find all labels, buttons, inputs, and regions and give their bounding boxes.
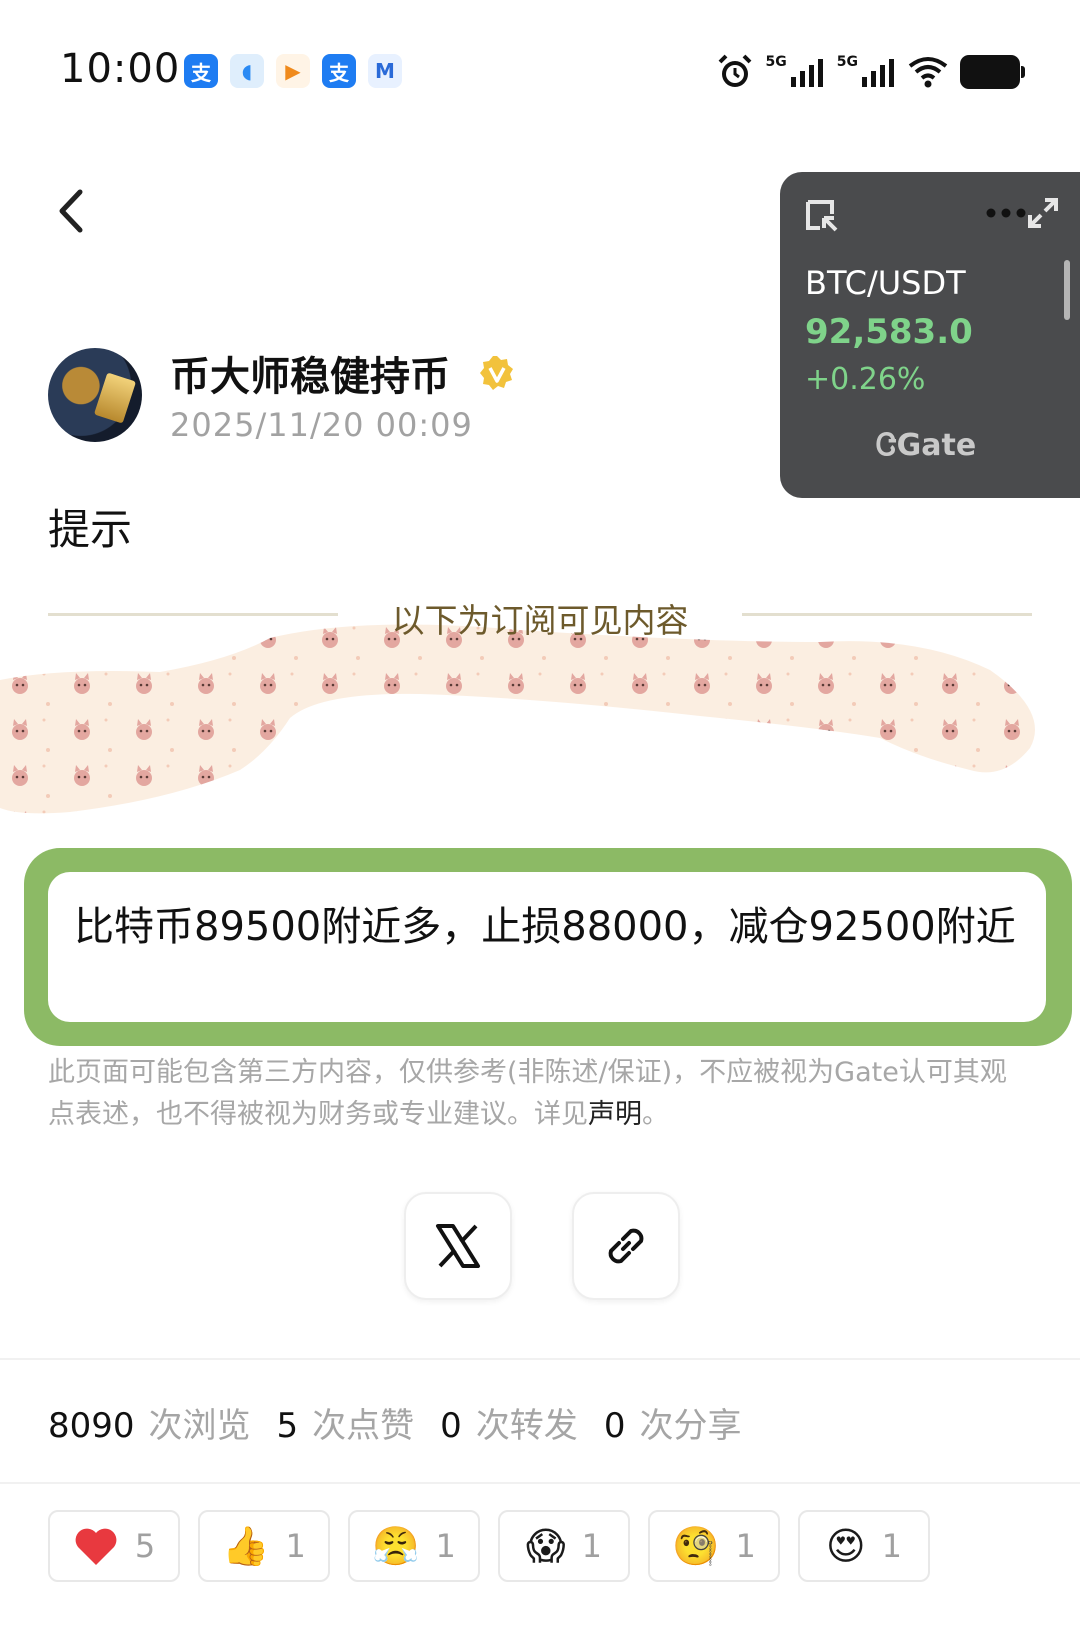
likes-label: 次点赞 xyxy=(312,1406,415,1446)
reaction-count: 1 xyxy=(881,1527,902,1565)
reaction-count: 1 xyxy=(735,1527,756,1565)
more-icon[interactable] xyxy=(986,206,1026,220)
wifi-icon xyxy=(908,57,948,88)
battery-icon xyxy=(960,55,1025,89)
reaction-thumbs-up[interactable]: 👍 1 xyxy=(198,1510,330,1582)
author-name[interactable]: 币大师稳健持币 xyxy=(170,344,450,402)
reaction-heart-eyes[interactable]: 😍 1 xyxy=(798,1510,930,1582)
subscription-divider-label: 以下为订阅可见内容 xyxy=(391,601,689,640)
notes-app-icon: ◖ xyxy=(230,54,264,88)
brand-name: Gate xyxy=(896,428,977,463)
alarm-icon xyxy=(718,54,751,87)
thumbs-up-icon: 👍 xyxy=(222,1524,270,1568)
copy-link-button[interactable] xyxy=(572,1192,680,1300)
reposts-label: 次转发 xyxy=(475,1406,578,1446)
reaction-monocle[interactable]: 🧐 1 xyxy=(648,1510,780,1582)
heart-icon xyxy=(75,1528,117,1565)
exit-float-icon[interactable] xyxy=(804,198,840,234)
shocked-face-icon: 😱 xyxy=(526,1524,566,1568)
ticker-price: 92,583.0 xyxy=(805,312,973,352)
disclaimer-end: 。 xyxy=(642,1099,669,1130)
disclaimer-text: 此页面可能包含第三方内容，仅供参考(非陈述/保证)，不应被视为Gate认可其观点… xyxy=(48,1057,1007,1130)
disclaimer: 此页面可能包含第三方内容，仅供参考(非陈述/保证)，不应被视为Gate认可其观点… xyxy=(48,1052,1028,1136)
post-stats: 8090 次浏览 5 次点赞 0 次转发 0 次分享 xyxy=(48,1398,767,1447)
reaction-count: 1 xyxy=(581,1527,602,1565)
reaction-bar: 5 👍 1 😤 1 😱 1 🧐 1 😍 1 xyxy=(48,1510,930,1582)
monocle-face-icon: 🧐 xyxy=(672,1524,720,1568)
ticker-change: +0.26% xyxy=(805,362,926,397)
status-time: 10:00 xyxy=(60,46,181,92)
reaction-count: 1 xyxy=(435,1527,456,1565)
reaction-shocked[interactable]: 😱 1 xyxy=(498,1510,630,1582)
price-ticker-widget[interactable]: BTC/USDT 92,583.0 +0.26% ᏣGate xyxy=(780,172,1080,498)
back-arrow-icon[interactable] xyxy=(52,186,92,236)
post-title: 提示 xyxy=(48,505,133,554)
reaction-determined[interactable]: 😤 1 xyxy=(348,1510,480,1582)
reaction-heart[interactable]: 5 xyxy=(48,1510,180,1582)
decorative-tape xyxy=(0,624,1035,814)
shares-label: 次分享 xyxy=(639,1406,742,1446)
determined-face-icon: 😤 xyxy=(372,1524,420,1568)
link-icon xyxy=(608,1228,644,1264)
reposts-count: 0 xyxy=(440,1406,462,1446)
x-icon xyxy=(436,1224,480,1268)
section-divider xyxy=(0,1482,1080,1484)
network-label: 5G xyxy=(836,54,858,70)
signal-icon xyxy=(790,59,823,87)
reaction-count: 1 xyxy=(285,1527,306,1565)
likes-count: 5 xyxy=(276,1406,299,1446)
section-divider xyxy=(0,1358,1080,1360)
post-content: 比特币89500附近多，止损88000，减仓92500附近 xyxy=(74,904,1016,950)
heart-eyes-face-icon: 😍 xyxy=(826,1524,866,1568)
widget-scrollbar[interactable] xyxy=(1064,260,1070,320)
highlight-frame: 比特币89500附近多，止损88000，减仓92500附近 xyxy=(24,848,1072,1046)
gate-logo: ᏣGate xyxy=(876,428,977,463)
alipay-icon: 支 xyxy=(184,54,218,88)
trading-pair: BTC/USDT xyxy=(805,264,966,302)
network-label: 5G xyxy=(765,54,787,70)
alipay-icon: 支 xyxy=(322,54,356,88)
video-app-icon: ▶ xyxy=(276,54,310,88)
post-date: 2025/11/20 00:09 xyxy=(170,406,473,444)
verified-badge-icon xyxy=(480,356,513,390)
author-avatar[interactable] xyxy=(48,348,142,442)
mail-app-icon: M xyxy=(368,54,402,88)
status-indicators: 5G 5G xyxy=(716,50,1025,94)
views-label: 次浏览 xyxy=(148,1406,251,1446)
views-count: 8090 xyxy=(48,1406,135,1446)
signal-icon xyxy=(862,59,894,87)
reaction-count: 5 xyxy=(134,1527,156,1565)
expand-icon[interactable] xyxy=(1026,196,1060,230)
share-x-button[interactable] xyxy=(404,1192,512,1300)
disclaimer-link[interactable]: 声明 xyxy=(588,1099,642,1130)
content-card: 比特币89500附近多，止损88000，减仓92500附近 xyxy=(48,872,1046,1022)
shares-count: 0 xyxy=(603,1406,626,1446)
